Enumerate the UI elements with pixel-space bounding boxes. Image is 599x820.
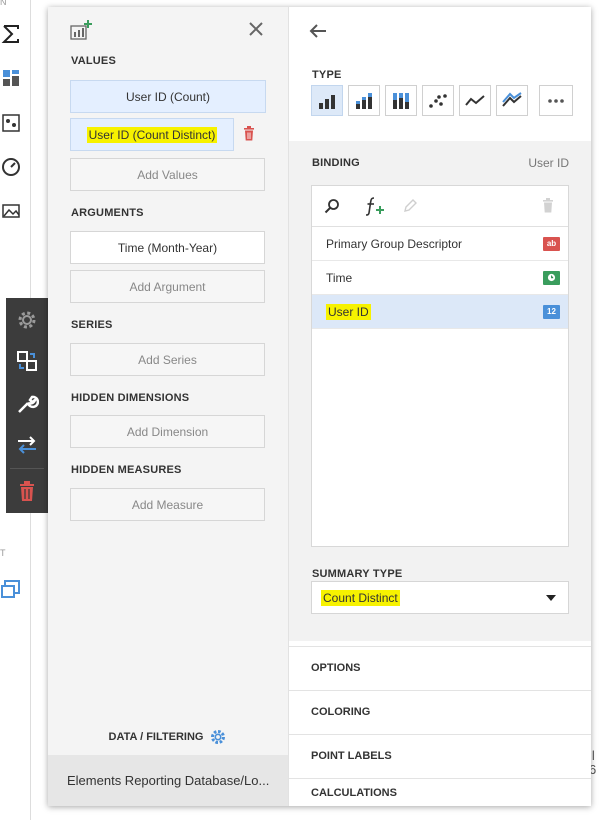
value-item[interactable]: User ID (Count Distinct) (70, 118, 234, 151)
arguments-section-label: ARGUMENTS (71, 207, 144, 219)
field-name: Time (326, 270, 353, 285)
point-labels-section-header[interactable]: POINT LABELS (289, 734, 591, 777)
data-items-panel: VALUES User ID (Count) User ID (Count Di… (48, 7, 289, 806)
field-row-time[interactable]: Time (312, 261, 568, 295)
add-measure-button[interactable]: Add Measure (70, 488, 265, 521)
field-list: Primary Group Descriptor ab Time User ID… (311, 185, 569, 547)
hidden-dimensions-section-label: HIDDEN DIMENSIONS (71, 392, 190, 404)
data-filtering-button[interactable]: DATA / FILTERING (48, 723, 288, 751)
calculations-section-header[interactable]: CALCULATIONS (289, 778, 591, 806)
stacked-line-icon (502, 91, 522, 107)
argument-item[interactable]: Time (Month-Year) (70, 231, 265, 264)
chart-type-selector (311, 85, 573, 116)
close-icon[interactable] (248, 21, 264, 42)
datasource-name: Elements Reporting Database/Lo... (67, 773, 270, 788)
toolbar-divider (10, 468, 44, 469)
convert-icon[interactable] (12, 346, 42, 376)
swap-icon[interactable] (12, 430, 42, 460)
gear-icon (211, 730, 226, 744)
summary-type-section-label: SUMMARY TYPE (312, 568, 403, 580)
back-arrow-icon[interactable] (309, 23, 327, 44)
add-argument-button[interactable]: Add Argument (70, 270, 265, 303)
floating-item-toolbar (6, 298, 48, 513)
text-type-icon: ab (543, 236, 560, 251)
summary-type-value: Count Distinct (321, 589, 400, 606)
bar-chart-icon (319, 94, 335, 109)
stacked-bar-icon (356, 92, 372, 109)
chevron-down-icon (546, 594, 556, 601)
add-calculated-field-icon[interactable] (364, 196, 386, 221)
field-row-primary-group-descriptor[interactable]: Primary Group Descriptor ab (312, 227, 568, 261)
section-header-label: COLORING (311, 706, 371, 718)
search-icon[interactable] (324, 198, 340, 219)
data-filtering-label: DATA / FILTERING (108, 731, 204, 743)
delete-field-icon (542, 198, 554, 218)
background-label: N (0, 0, 7, 7)
line-chart-type-button[interactable] (459, 85, 491, 116)
image-icon[interactable] (0, 200, 22, 222)
argument-item-label: Time (Month-Year) (117, 240, 218, 255)
line-chart-icon (465, 94, 485, 106)
section-header-label: CALCULATIONS (311, 786, 397, 799)
coloring-section-header[interactable]: COLORING (289, 690, 591, 733)
section-header-label: POINT LABELS (311, 750, 392, 762)
add-series-label: Add Series (138, 352, 197, 367)
options-section-header[interactable]: OPTIONS (289, 646, 591, 689)
binding-dialog: VALUES User ID (Count) User ID (Count Di… (48, 7, 591, 806)
add-argument-label: Add Argument (129, 279, 206, 294)
section-header-label: OPTIONS (311, 662, 361, 674)
window-icon[interactable] (0, 578, 22, 600)
add-series-button[interactable]: Add Series (70, 343, 265, 376)
value-item-label: User ID (Count Distinct) (86, 126, 218, 143)
more-types-button[interactable] (539, 85, 573, 116)
grid-layout-icon[interactable] (0, 67, 22, 89)
wrench-icon[interactable] (12, 389, 42, 419)
stacked-bar-type-button[interactable] (348, 85, 380, 116)
trash-icon[interactable] (12, 476, 42, 506)
bar-chart-type-button[interactable] (311, 85, 343, 116)
hidden-measures-section-label: HIDDEN MEASURES (71, 464, 182, 476)
scatter-map-icon[interactable] (0, 112, 22, 134)
value-item[interactable]: User ID (Count) (70, 80, 266, 113)
gear-icon[interactable] (12, 305, 42, 335)
add-chart-icon[interactable] (70, 19, 94, 46)
add-values-button[interactable]: Add Values (70, 158, 265, 191)
value-item-label: User ID (Count) (125, 89, 211, 104)
background-right-strip (590, 0, 599, 820)
add-dimension-button[interactable]: Add Dimension (70, 415, 265, 448)
binding-section-label: BINDING (312, 157, 360, 169)
binding-current-value: User ID (528, 156, 569, 170)
add-values-label: Add Values (137, 167, 198, 182)
edit-icon (402, 198, 418, 219)
gauge-icon[interactable] (0, 156, 22, 178)
field-name: Primary Group Descriptor (326, 236, 463, 251)
background-label: T (0, 548, 6, 558)
field-list-toolbar (312, 186, 568, 227)
values-section-label: VALUES (71, 55, 117, 67)
item-options-panel: TYPE BINDING User ID SUMMARY TYPE Primar… (289, 7, 591, 806)
type-section-label: TYPE (312, 69, 342, 81)
summary-type-select[interactable]: Count Distinct (311, 581, 569, 614)
full-stacked-bar-icon (393, 92, 409, 109)
full-stacked-bar-type-button[interactable] (385, 85, 417, 116)
more-icon (548, 98, 564, 103)
series-section-label: SERIES (71, 319, 113, 331)
datasource-bar[interactable]: Elements Reporting Database/Lo... (48, 755, 288, 806)
delete-value-icon[interactable] (243, 126, 255, 146)
stacked-line-type-button[interactable] (496, 85, 528, 116)
sigma-icon[interactable] (0, 23, 22, 45)
numeric-type-icon: 12 (543, 304, 560, 319)
point-chart-type-button[interactable] (422, 85, 454, 116)
field-row-user-id[interactable]: User ID 12 (312, 295, 568, 329)
field-name: User ID (326, 303, 371, 320)
add-measure-label: Add Measure (131, 497, 204, 512)
point-chart-icon (429, 93, 447, 108)
add-dimension-label: Add Dimension (126, 424, 209, 439)
datetime-type-icon (543, 270, 560, 285)
